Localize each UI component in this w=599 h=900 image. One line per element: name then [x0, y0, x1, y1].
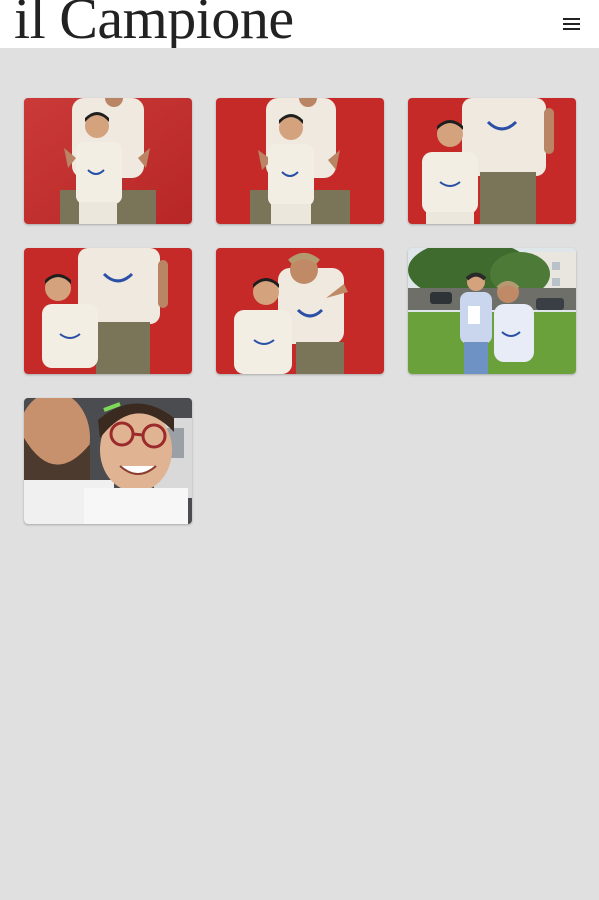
site-logo[interactable]: il Campione: [14, 0, 294, 48]
photo-image: [408, 98, 576, 224]
gallery-photo-6[interactable]: [408, 248, 576, 374]
gallery-photo-3[interactable]: [408, 98, 576, 224]
photo-image: [216, 98, 384, 224]
photo-image: [24, 98, 192, 224]
hamburger-menu-icon[interactable]: [560, 15, 584, 35]
photo-gallery: [24, 98, 576, 524]
gallery-photo-1[interactable]: [24, 98, 192, 224]
photo-image: [408, 248, 576, 374]
photo-image: [24, 248, 192, 374]
gallery-photo-5[interactable]: [216, 248, 384, 374]
gallery-photo-2[interactable]: [216, 98, 384, 224]
gallery-photo-4[interactable]: [24, 248, 192, 374]
site-header: il Campione: [0, 0, 599, 48]
photo-image: [216, 248, 384, 374]
photo-image: [24, 398, 192, 524]
gallery-photo-7[interactable]: [24, 398, 192, 524]
